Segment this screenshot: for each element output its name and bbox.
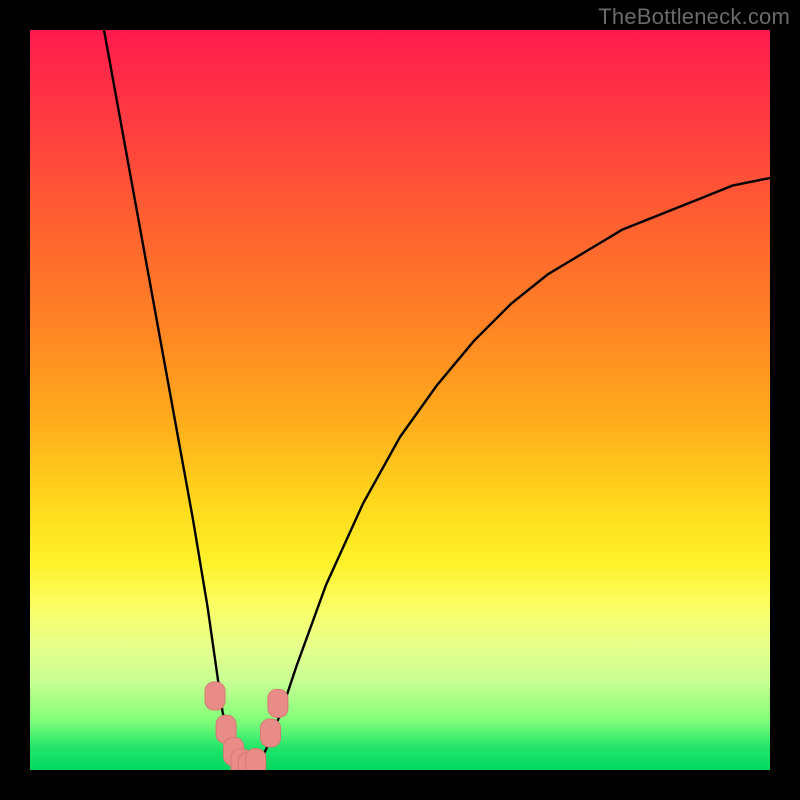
highlight-marker: [246, 749, 266, 770]
bottleneck-curve: [104, 30, 770, 770]
highlight-marker: [268, 689, 288, 717]
highlight-markers: [205, 682, 288, 770]
plot-area: [30, 30, 770, 770]
curve-layer: [30, 30, 770, 770]
watermark-text: TheBottleneck.com: [598, 4, 790, 30]
highlight-marker: [261, 719, 281, 747]
highlight-marker: [205, 682, 225, 710]
chart-frame: TheBottleneck.com: [0, 0, 800, 800]
